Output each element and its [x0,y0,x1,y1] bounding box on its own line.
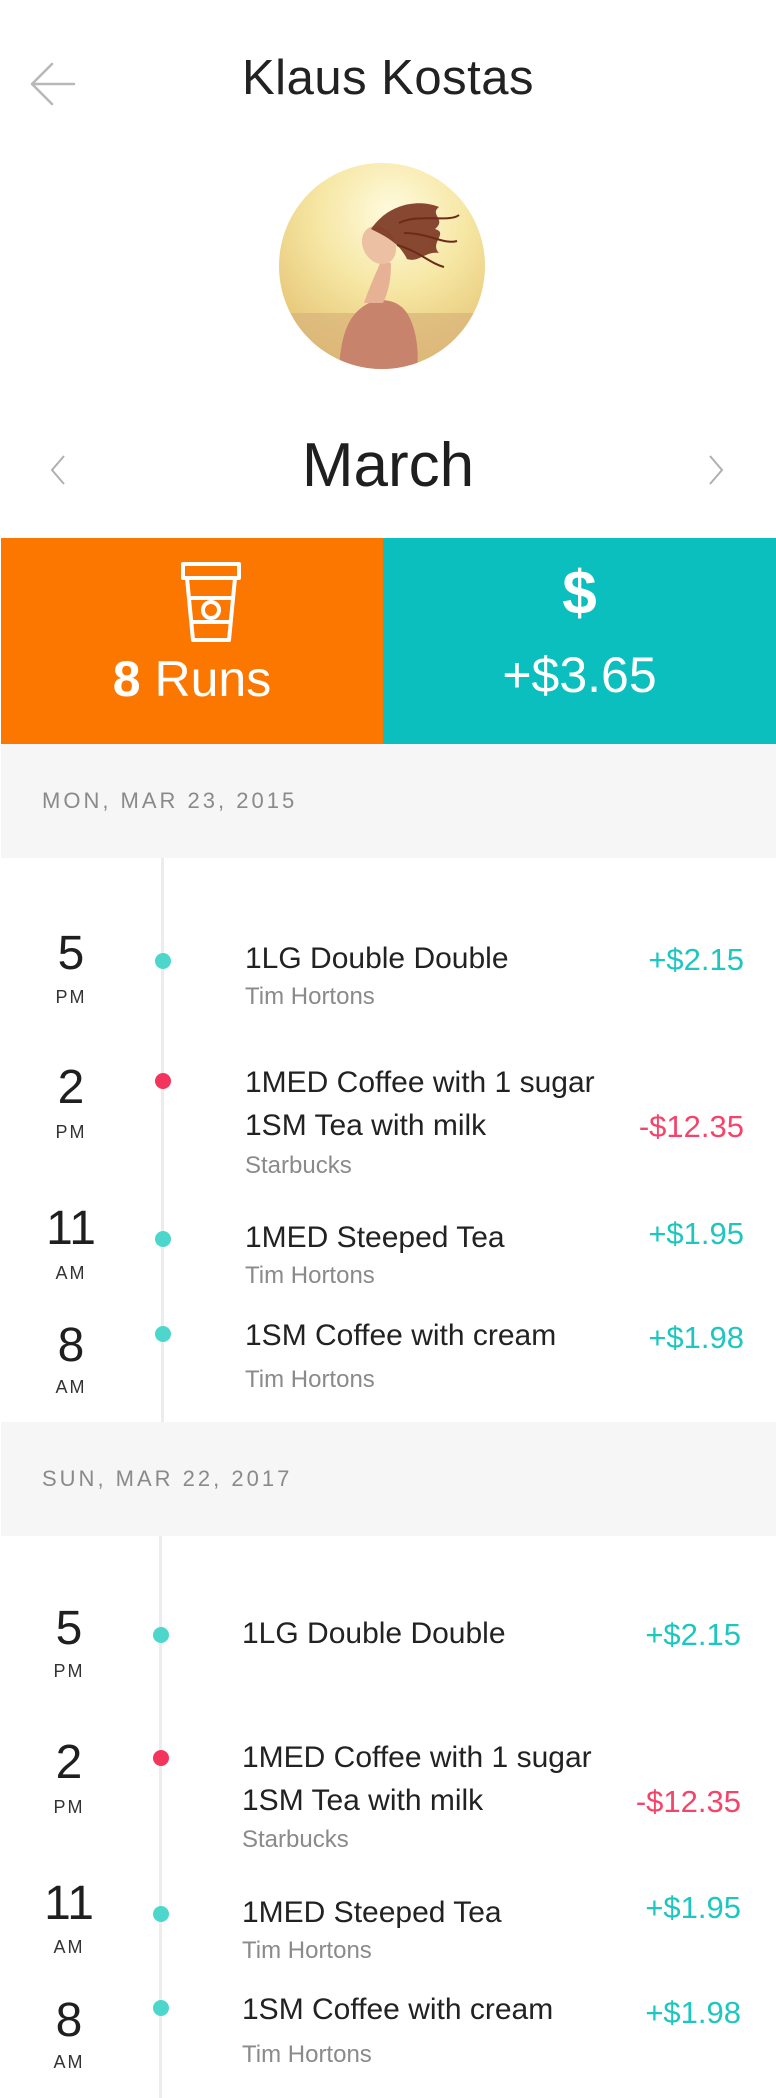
entry-ampm: PM [53,1797,85,1817]
balance-amount: +$3.65 [502,647,657,703]
chevron-right-icon [709,455,724,485]
entry-item: 1SM Tea with milk [242,1784,484,1817]
entry-item: 1SM Tea with milk [245,1109,487,1142]
next-month-button[interactable] [704,452,728,488]
entry-item: 1MED Steeped Tea [242,1896,502,1929]
entry-ampm: PM [55,1122,87,1142]
entry-hour: 5 [55,1602,83,1655]
entry-amount: +$1.98 [648,1320,744,1355]
timeline-dot [155,1326,171,1342]
day-label: SUN, MAR 22, 2017 [42,1466,293,1491]
runs-count: 8 [112,651,141,707]
entry-ampm: PM [55,987,87,1007]
entry-ampm: PM [53,1661,85,1681]
entry-amount: +$1.95 [645,1890,741,1925]
timeline-dot [153,1627,169,1643]
entry-item: 1MED Steeped Tea [245,1221,505,1254]
entry-hour: 5 [57,927,85,980]
coffee-cup-icon [181,562,241,642]
page-title: Klaus Kostas [242,51,534,105]
timeline-dot [153,2000,169,2016]
entry-amount: -$12.35 [638,1109,744,1144]
entry-hour: 8 [55,1994,83,2047]
day-label: MON, MAR 23, 2015 [42,788,298,813]
runs-label: Runs [140,651,272,707]
entry-item: 1LG Double Double [242,1617,506,1650]
entry-ampm: AM [55,1377,87,1397]
timeline-dot [155,1073,171,1089]
runs-count-label: 8 Runs [1,650,383,708]
entry-ampm: AM [53,2052,85,2072]
entry-amount: +$2.15 [648,942,744,977]
entry-item: 1SM Coffee with cream [245,1319,557,1352]
avatar [279,163,485,369]
dollar-icon: $ [562,559,597,628]
entry-ampm: AM [53,1937,85,1957]
entry-vendor: Starbucks [242,1826,349,1853]
entry-vendor: Tim Hortons [242,2041,372,2068]
month-label: March [301,431,475,500]
entry-amount: +$1.98 [645,1995,741,2030]
entry-vendor: Tim Hortons [245,1366,375,1393]
entry-vendor: Starbucks [245,1152,352,1179]
entry-amount: +$1.95 [648,1216,744,1251]
entry-ampm: AM [55,1263,87,1283]
entry-vendor: Tim Hortons [245,983,375,1010]
timeline-dot [153,1750,169,1766]
day-header: SUN, MAR 22, 2017 [1,1422,776,1536]
balance-tile[interactable]: $ +$3.65 [383,538,776,744]
entry-amount: +$2.15 [645,1617,741,1652]
timeline-dot [155,1231,171,1247]
runs-tile[interactable]: 8 Runs [1,538,383,744]
entry-item: 1LG Double Double [245,942,509,975]
entry-hour: 2 [57,1061,85,1114]
entry-hour: 11 [44,1877,94,1930]
day-header: MON, MAR 23, 2015 [1,744,776,858]
entry-hour: 11 [46,1202,96,1255]
entry-item: 1SM Coffee with cream [242,1993,554,2026]
entry-hour: 8 [57,1319,85,1372]
entry-vendor: Tim Hortons [242,1937,372,1964]
entry-hour: 2 [55,1736,83,1789]
timeline-dot [155,953,171,969]
entry-item: 1MED Coffee with 1 sugar [242,1741,592,1774]
entry-amount: -$12.35 [635,1784,741,1819]
entry-item: 1MED Coffee with 1 sugar [245,1066,595,1099]
timeline-dot [153,1906,169,1922]
entry-vendor: Tim Hortons [245,1262,375,1289]
